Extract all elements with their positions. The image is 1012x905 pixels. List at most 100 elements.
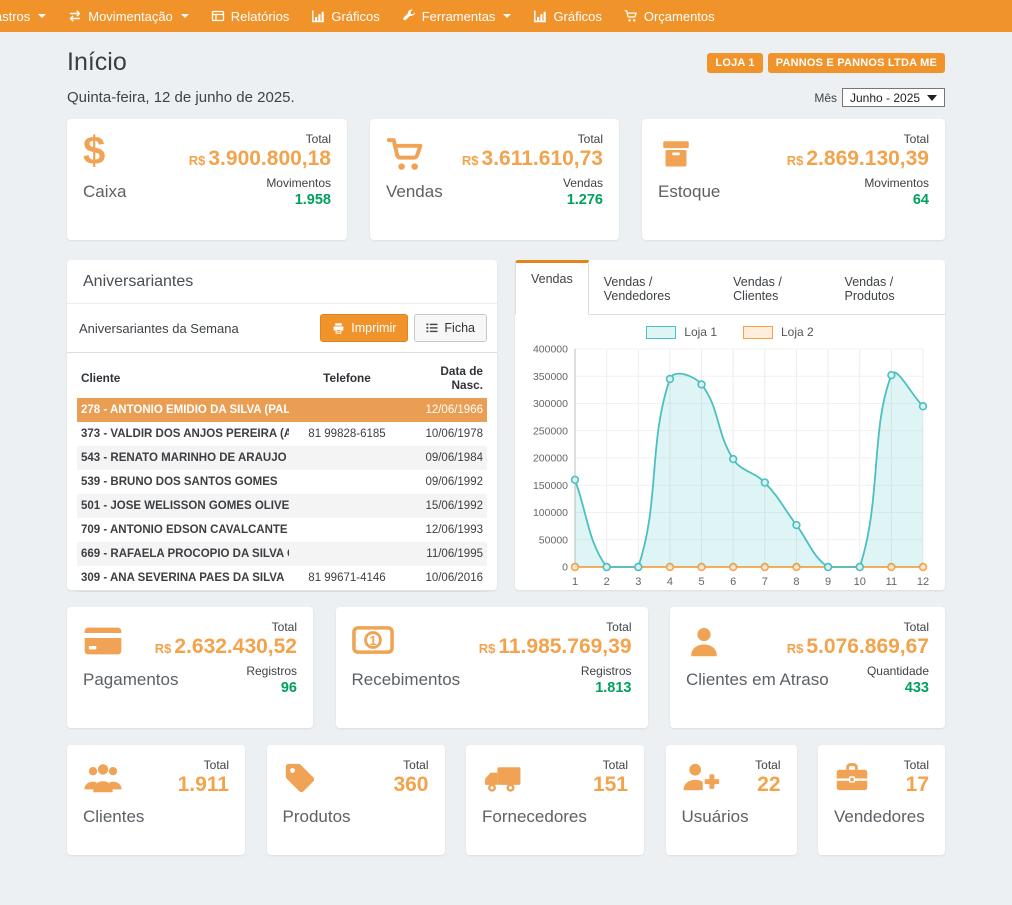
- caret-down-icon: [503, 14, 511, 18]
- count-value: 96: [155, 680, 297, 696]
- nav-item-ferramentas[interactable]: Ferramentas: [391, 0, 523, 32]
- column-header-cliente: Cliente: [77, 357, 289, 398]
- caret-down-icon: [38, 14, 46, 18]
- table-row[interactable]: 309 - ANA SEVERINA PAES DA SILVA81 99671…: [77, 566, 487, 590]
- stat-card-name: Recebimentos: [352, 670, 461, 690]
- svg-text:200000: 200000: [533, 453, 568, 465]
- stat-card-pagamentos: Pagamentos Total R$2.632.430,52 Registro…: [67, 607, 313, 728]
- nav-label: Orçamentos: [644, 9, 715, 24]
- total-label: Total: [462, 132, 603, 146]
- svg-text:10: 10: [854, 576, 866, 588]
- current-date: Quinta-feira, 12 de junho de 2025.: [67, 89, 295, 106]
- person-icon: [686, 624, 722, 660]
- count-card-fornecedores: Total 151 Fornecedores: [466, 745, 644, 855]
- count-card-produtos: Total 360 Produtos: [267, 745, 445, 855]
- tab-vendas-clientes[interactable]: Vendas / Clientes: [718, 260, 829, 314]
- print-button[interactable]: Imprimir: [320, 314, 408, 342]
- count-label: Movimentos: [787, 176, 929, 190]
- svg-text:300000: 300000: [533, 398, 568, 410]
- nav-item-movimentacao[interactable]: Movimentação: [57, 0, 200, 32]
- total-value: 17: [906, 773, 929, 797]
- stat-card-clientes-atraso: Clientes em Atraso Total R$5.076.869,67 …: [670, 607, 945, 728]
- count-card-name: Vendedores: [834, 807, 925, 827]
- count-label: Quantidade: [787, 664, 929, 678]
- count-card-clientes: Total 1.911 Clientes: [67, 745, 245, 855]
- month-select-value: Junho - 2025: [850, 91, 920, 105]
- table-row[interactable]: 669 - RAFAELA PROCOPIO DA SILVA CA...11/…: [77, 542, 487, 566]
- nav-label: Gráficos: [331, 9, 379, 24]
- legend-item-loja2: Loja 2: [743, 325, 814, 339]
- count-card-name: Usuários: [682, 807, 749, 827]
- cart-icon: [386, 136, 426, 172]
- total-label: Total: [189, 132, 331, 146]
- svg-text:7: 7: [762, 576, 768, 588]
- nav-item-relatorios[interactable]: Relatórios: [200, 0, 301, 32]
- svg-text:8: 8: [793, 576, 799, 588]
- count-value: 433: [787, 680, 929, 696]
- total-value: 151: [593, 773, 628, 797]
- dollar-icon: $: [83, 132, 105, 170]
- svg-text:250000: 250000: [533, 425, 568, 437]
- svg-text:1: 1: [572, 576, 578, 588]
- chevron-down-icon: [927, 95, 937, 101]
- birthdays-table: Cliente Telefone Data de Nasc. 278 - ANT…: [77, 357, 487, 590]
- tab-vendas[interactable]: Vendas: [515, 260, 589, 315]
- table-row[interactable]: 539 - BRUNO DOS SANTOS GOMES09/06/1992: [77, 470, 487, 494]
- svg-text:150000: 150000: [533, 480, 568, 492]
- page-title: Início: [67, 48, 127, 77]
- nav-item-cadastros[interactable]: Cadastros: [0, 0, 57, 32]
- user-plus-icon: [682, 761, 720, 793]
- column-header-data-nasc: Data de Nasc.: [405, 357, 487, 398]
- total-label: Total: [904, 758, 929, 772]
- month-label: Mês: [814, 91, 837, 105]
- nav-item-orcamentos[interactable]: Orçamentos: [613, 0, 726, 32]
- svg-text:1: 1: [369, 633, 376, 648]
- table-row[interactable]: 543 - RENATO MARINHO DE ARAUJO (F...09/0…: [77, 446, 487, 470]
- bar-chart-icon: [533, 9, 547, 23]
- tab-vendas-produtos[interactable]: Vendas / Produtos: [830, 260, 945, 314]
- total-label: Total: [403, 758, 428, 772]
- total-label: Total: [787, 620, 929, 634]
- table-row[interactable]: 373 - VALDIR DOS ANJOS PEREIRA (AN...81 …: [77, 422, 487, 446]
- tab-vendas-vendedores[interactable]: Vendas / Vendedores: [589, 260, 718, 314]
- total-value: R$5.076.869,67: [787, 634, 929, 660]
- stat-card-caixa: $ Caixa Total R$3.900.800,18 Movimentos …: [67, 119, 347, 240]
- birthdays-panel: Aniversariantes Aniversariantes da Seman…: [67, 260, 497, 590]
- stat-card-name: Vendas: [386, 182, 443, 202]
- svg-text:100000: 100000: [533, 507, 568, 519]
- total-label: Total: [479, 620, 632, 634]
- nav-item-graficos-2[interactable]: Gráficos: [522, 0, 612, 32]
- count-label: Vendas: [462, 176, 603, 190]
- top-navbar: Cadastros Movimentação Relatórios Gráfic…: [0, 0, 1012, 32]
- tag-icon: [283, 761, 317, 795]
- count-value: 1.813: [479, 680, 632, 696]
- divider: [77, 591, 487, 592]
- ficha-button[interactable]: Ficha: [414, 314, 487, 342]
- table-row[interactable]: 278 - ANTONIO EMIDIO DA SILVA (PALE...12…: [77, 398, 487, 422]
- total-value: 22: [757, 773, 780, 797]
- sales-chart-panel: Vendas Vendas / Vendedores Vendas / Clie…: [515, 260, 945, 590]
- wrench-icon: [402, 9, 416, 23]
- month-select[interactable]: Junho - 2025: [842, 88, 945, 107]
- store-badge: LOJA 1: [707, 53, 762, 73]
- svg-text:9: 9: [825, 576, 831, 588]
- table-row[interactable]: 709 - ANTONIO EDSON CAVALCANTE D...12/06…: [77, 518, 487, 542]
- sales-chart-svg: 0500001000001500002000002500003000003500…: [531, 341, 929, 593]
- nav-item-graficos-1[interactable]: Gráficos: [300, 0, 390, 32]
- total-value: 360: [393, 773, 428, 797]
- stat-card-name: Caixa: [83, 182, 126, 202]
- total-label: Total: [204, 758, 229, 772]
- chart-legend: Loja 1 Loja 2: [515, 325, 945, 339]
- svg-text:6: 6: [730, 576, 736, 588]
- table-row[interactable]: 501 - JOSE WELISSON GOMES OLIVEIR...15/0…: [77, 494, 487, 518]
- total-label: Total: [787, 132, 929, 146]
- birthdays-title: Aniversariantes: [67, 260, 497, 304]
- total-value: R$2.632.430,52: [155, 634, 297, 660]
- legend-swatch-loja1: [646, 326, 676, 339]
- exchange-icon: [68, 9, 82, 23]
- count-value: 1.276: [462, 192, 603, 208]
- count-label: Movimentos: [189, 176, 331, 190]
- count-card-vendedores: Total 17 Vendedores: [818, 745, 945, 855]
- birthdays-subtitle: Aniversariantes da Semana: [79, 321, 239, 336]
- credit-card-icon: [83, 624, 123, 658]
